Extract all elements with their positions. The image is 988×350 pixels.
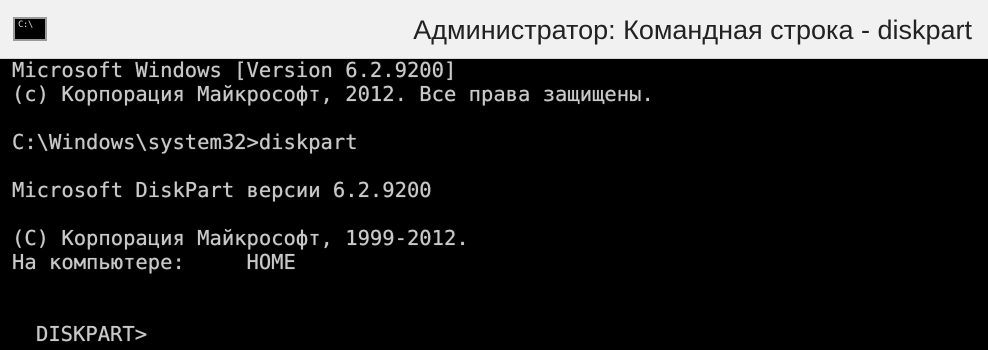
console-line-command: C:\Windows\system32>diskpart (12, 130, 358, 154)
console-line-copyright-diskpart: (C) Корпорация Майкрософт, 1999-2012. (12, 226, 469, 250)
console-line-computer-name: На компьютере: HOME (12, 250, 296, 274)
console-output[interactable]: Microsoft Windows [Version 6.2.9200] (c)… (12, 58, 980, 350)
window-title: Администратор: Командная строка - diskpa… (413, 15, 972, 45)
title-bar[interactable]: C:\ Администратор: Командная строка - di… (0, 0, 988, 59)
console-line-copyright-os: (c) Корпорация Майкрософт, 2012. Все пра… (12, 82, 654, 106)
console-line-diskpart-version: Microsoft DiskPart версии 6.2.9200 (12, 178, 432, 202)
cmd-icon[interactable]: C:\ (13, 17, 47, 41)
command-prompt-window: C:\ Администратор: Командная строка - di… (0, 0, 988, 350)
diskpart-prompt-line[interactable]: DISKPART> (12, 298, 980, 346)
console-line-version: Microsoft Windows [Version 6.2.9200] (12, 58, 457, 82)
cmd-icon-glyph: C:\ (18, 20, 33, 30)
diskpart-prompt: DISKPART> (36, 322, 148, 346)
